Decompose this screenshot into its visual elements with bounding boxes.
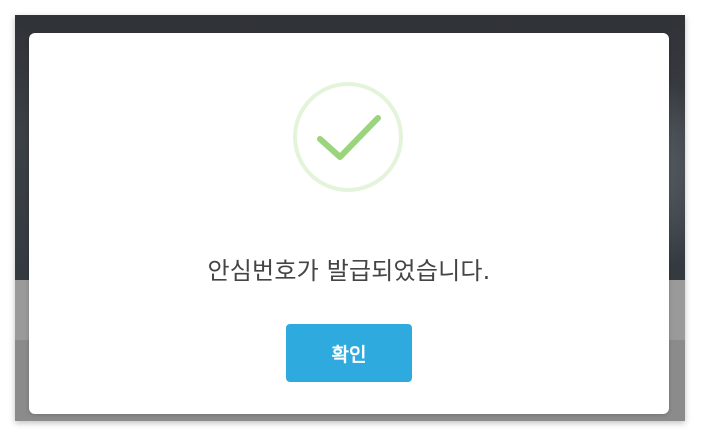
success-dialog: 안심번호가 발급되었습니다. 확인 (29, 33, 669, 414)
check-circle-icon (293, 82, 403, 192)
dialog-message: 안심번호가 발급되었습니다. (207, 257, 491, 285)
confirm-button[interactable]: 확인 (286, 324, 412, 382)
